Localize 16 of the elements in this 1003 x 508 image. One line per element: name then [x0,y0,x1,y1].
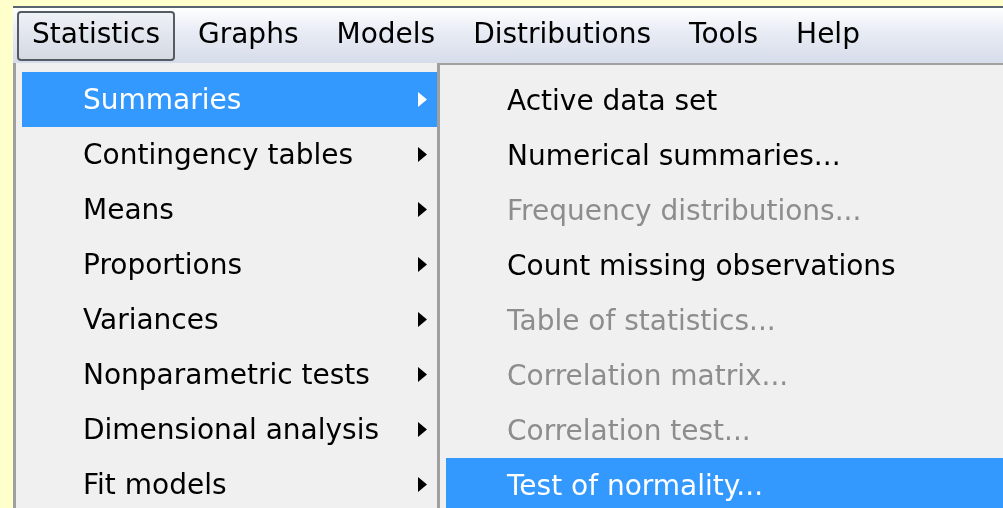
menu-bar-item[interactable]: Statistics [17,10,175,61]
menu-item[interactable]: Means [22,182,437,237]
menu-item[interactable]: Nonparametric tests [22,347,437,402]
menu-bar-item[interactable]: Models [321,10,451,61]
menu-item[interactable]: Contingency tables [22,127,437,182]
menu-item[interactable]: Dimensional analysis [22,402,437,457]
menu-bar-item[interactable]: Graphs [183,10,314,61]
menu-bar-item[interactable]: Distributions [458,10,667,61]
menu-item[interactable]: Proportions [22,237,437,292]
menu-bar-item[interactable]: Help [781,10,875,61]
menu-item[interactable]: Fit models [22,457,437,508]
submenu-item[interactable]: Numerical summaries... [446,128,1003,183]
menu-item[interactable]: Variances [22,292,437,347]
submenu-item[interactable]: Active data set [446,73,1003,128]
submenu-item[interactable]: Count missing observations [446,238,1003,293]
menu-bar-item[interactable]: Tools [674,10,774,61]
